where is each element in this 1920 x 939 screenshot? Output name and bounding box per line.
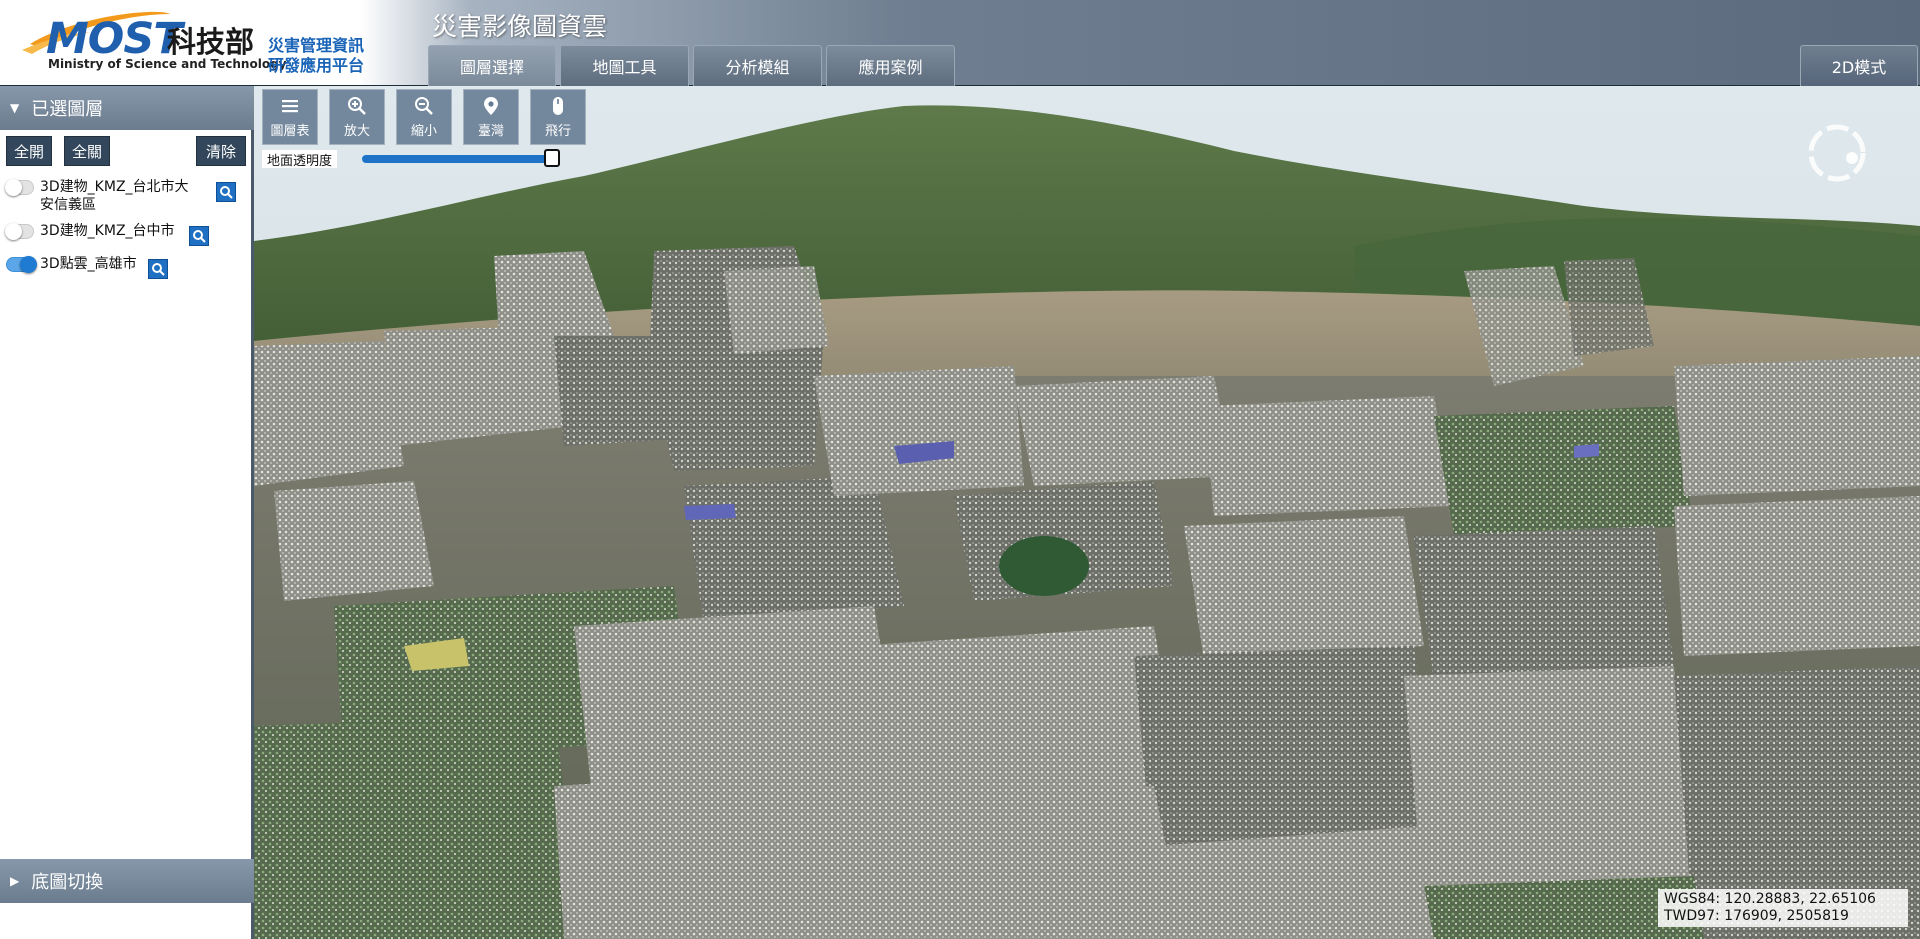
layer-table-label: 圖層表 [270, 123, 310, 139]
zoom-to-layer-button[interactable] [189, 226, 209, 246]
logo-ministry-en: Ministry of Science and Technology [48, 57, 287, 71]
ground-opacity-slider-thumb[interactable] [544, 149, 560, 167]
zoom-out-button[interactable]: 縮小 [396, 89, 452, 145]
layer-button-row: 全開 全關 清除 [6, 136, 246, 166]
toggle-knob [5, 179, 22, 196]
layer-toggle[interactable] [5, 223, 34, 240]
zoom-to-layer-button[interactable] [216, 182, 236, 202]
layer-toggle[interactable] [5, 179, 34, 196]
ground-opacity-slider[interactable] [362, 155, 558, 163]
logo-ministry-cn: 科技部 [167, 25, 255, 59]
list-item: 3D點雲_高雄市 [0, 253, 250, 279]
toggle-knob [20, 256, 37, 273]
triangle-down-icon: ▼ [10, 101, 20, 115]
wgs84-coords: WGS84: 120.28883, 22.65106 [1664, 891, 1876, 907]
all-on-button[interactable]: 全開 [6, 136, 52, 166]
toggle-knob [5, 223, 22, 240]
fly-mode-button[interactable]: 飛行 [530, 89, 586, 145]
app-header: MOST 科技部 Ministry of Science and Technol… [0, 0, 1920, 86]
search-icon [220, 186, 233, 199]
mouse-icon [553, 96, 563, 115]
logo-subtitle-line2: 研發應用平台 [268, 56, 365, 75]
clear-button[interactable]: 清除 [196, 136, 246, 166]
tab-layer-select[interactable]: 圖層選擇 [428, 45, 556, 86]
most-logo: MOST 科技部 Ministry of Science and Technol… [10, 10, 380, 75]
selected-layers-title: 已選圖層 [31, 99, 104, 120]
triangle-right-icon: ▶ [10, 874, 20, 888]
zoom-in-button[interactable]: 放大 [329, 89, 385, 145]
map-3d-view[interactable]: 圖層表 放大 縮小 臺灣 飛行 地面透明度 WGS84: 120.28883, … [254, 86, 1920, 939]
map-toolbar: 圖層表 放大 縮小 臺灣 飛行 [262, 89, 586, 145]
twd97-coords: TWD97: 176909, 2505819 [1664, 908, 1849, 924]
list-icon [282, 99, 298, 112]
search-icon [152, 263, 165, 276]
taiwan-label: 臺灣 [477, 123, 504, 139]
list-item: 3D建物_KMZ_台北市大 安信義區 [0, 176, 250, 216]
layer-name: 3D點雲_高雄市 [40, 256, 137, 272]
selected-layers-header[interactable]: ▼ 已選圖層 [0, 86, 254, 130]
all-off-button[interactable]: 全關 [64, 136, 110, 166]
zoom-to-layer-button[interactable] [148, 259, 168, 279]
fly-label: 飛行 [544, 123, 571, 139]
layer-name-line1: 3D建物_KMZ_台北市大 [40, 179, 189, 195]
sidebar: ▼ 已選圖層 全開 全關 清除 3D建物_KMZ_台北市大 安信義區 3D建物_… [0, 86, 254, 939]
point-cloud-scene [254, 86, 1920, 939]
zoom-in-icon [348, 96, 366, 115]
mode-2d-button[interactable]: 2D模式 [1800, 45, 1918, 86]
zoom-out-label: 縮小 [410, 123, 437, 139]
taiwan-home-button[interactable]: 臺灣 [463, 89, 519, 145]
compass-icon[interactable] [1802, 118, 1872, 188]
tab-map-tools[interactable]: 地圖工具 [560, 45, 689, 86]
zoom-out-icon [415, 96, 433, 115]
basemap-switch-header[interactable]: ▶ 底圖切換 [0, 859, 254, 903]
basemap-switch-title: 底圖切換 [31, 872, 104, 893]
ground-opacity-label: 地面透明度 [262, 150, 338, 169]
map-pin-icon [484, 96, 498, 115]
list-item: 3D建物_KMZ_台中市 [0, 220, 250, 246]
tab-use-cases[interactable]: 應用案例 [826, 45, 955, 86]
tab-analysis-modules[interactable]: 分析模組 [693, 45, 822, 86]
coordinate-readout: WGS84: 120.28883, 22.65106 TWD97: 176909… [1658, 889, 1908, 927]
layer-name: 3D建物_KMZ_台北市大 安信義區 [40, 178, 189, 214]
layer-name-line2: 安信義區 [40, 197, 96, 213]
layer-name: 3D建物_KMZ_台中市 [40, 223, 175, 239]
main-tabs: 圖層選擇 地圖工具 分析模組 應用案例 [428, 45, 955, 86]
search-icon [193, 230, 206, 243]
zoom-in-label: 放大 [343, 123, 370, 139]
layer-toggle[interactable] [6, 256, 37, 273]
app-title: 災害影像圖資雲 [432, 12, 608, 41]
layer-table-button[interactable]: 圖層表 [262, 89, 318, 145]
